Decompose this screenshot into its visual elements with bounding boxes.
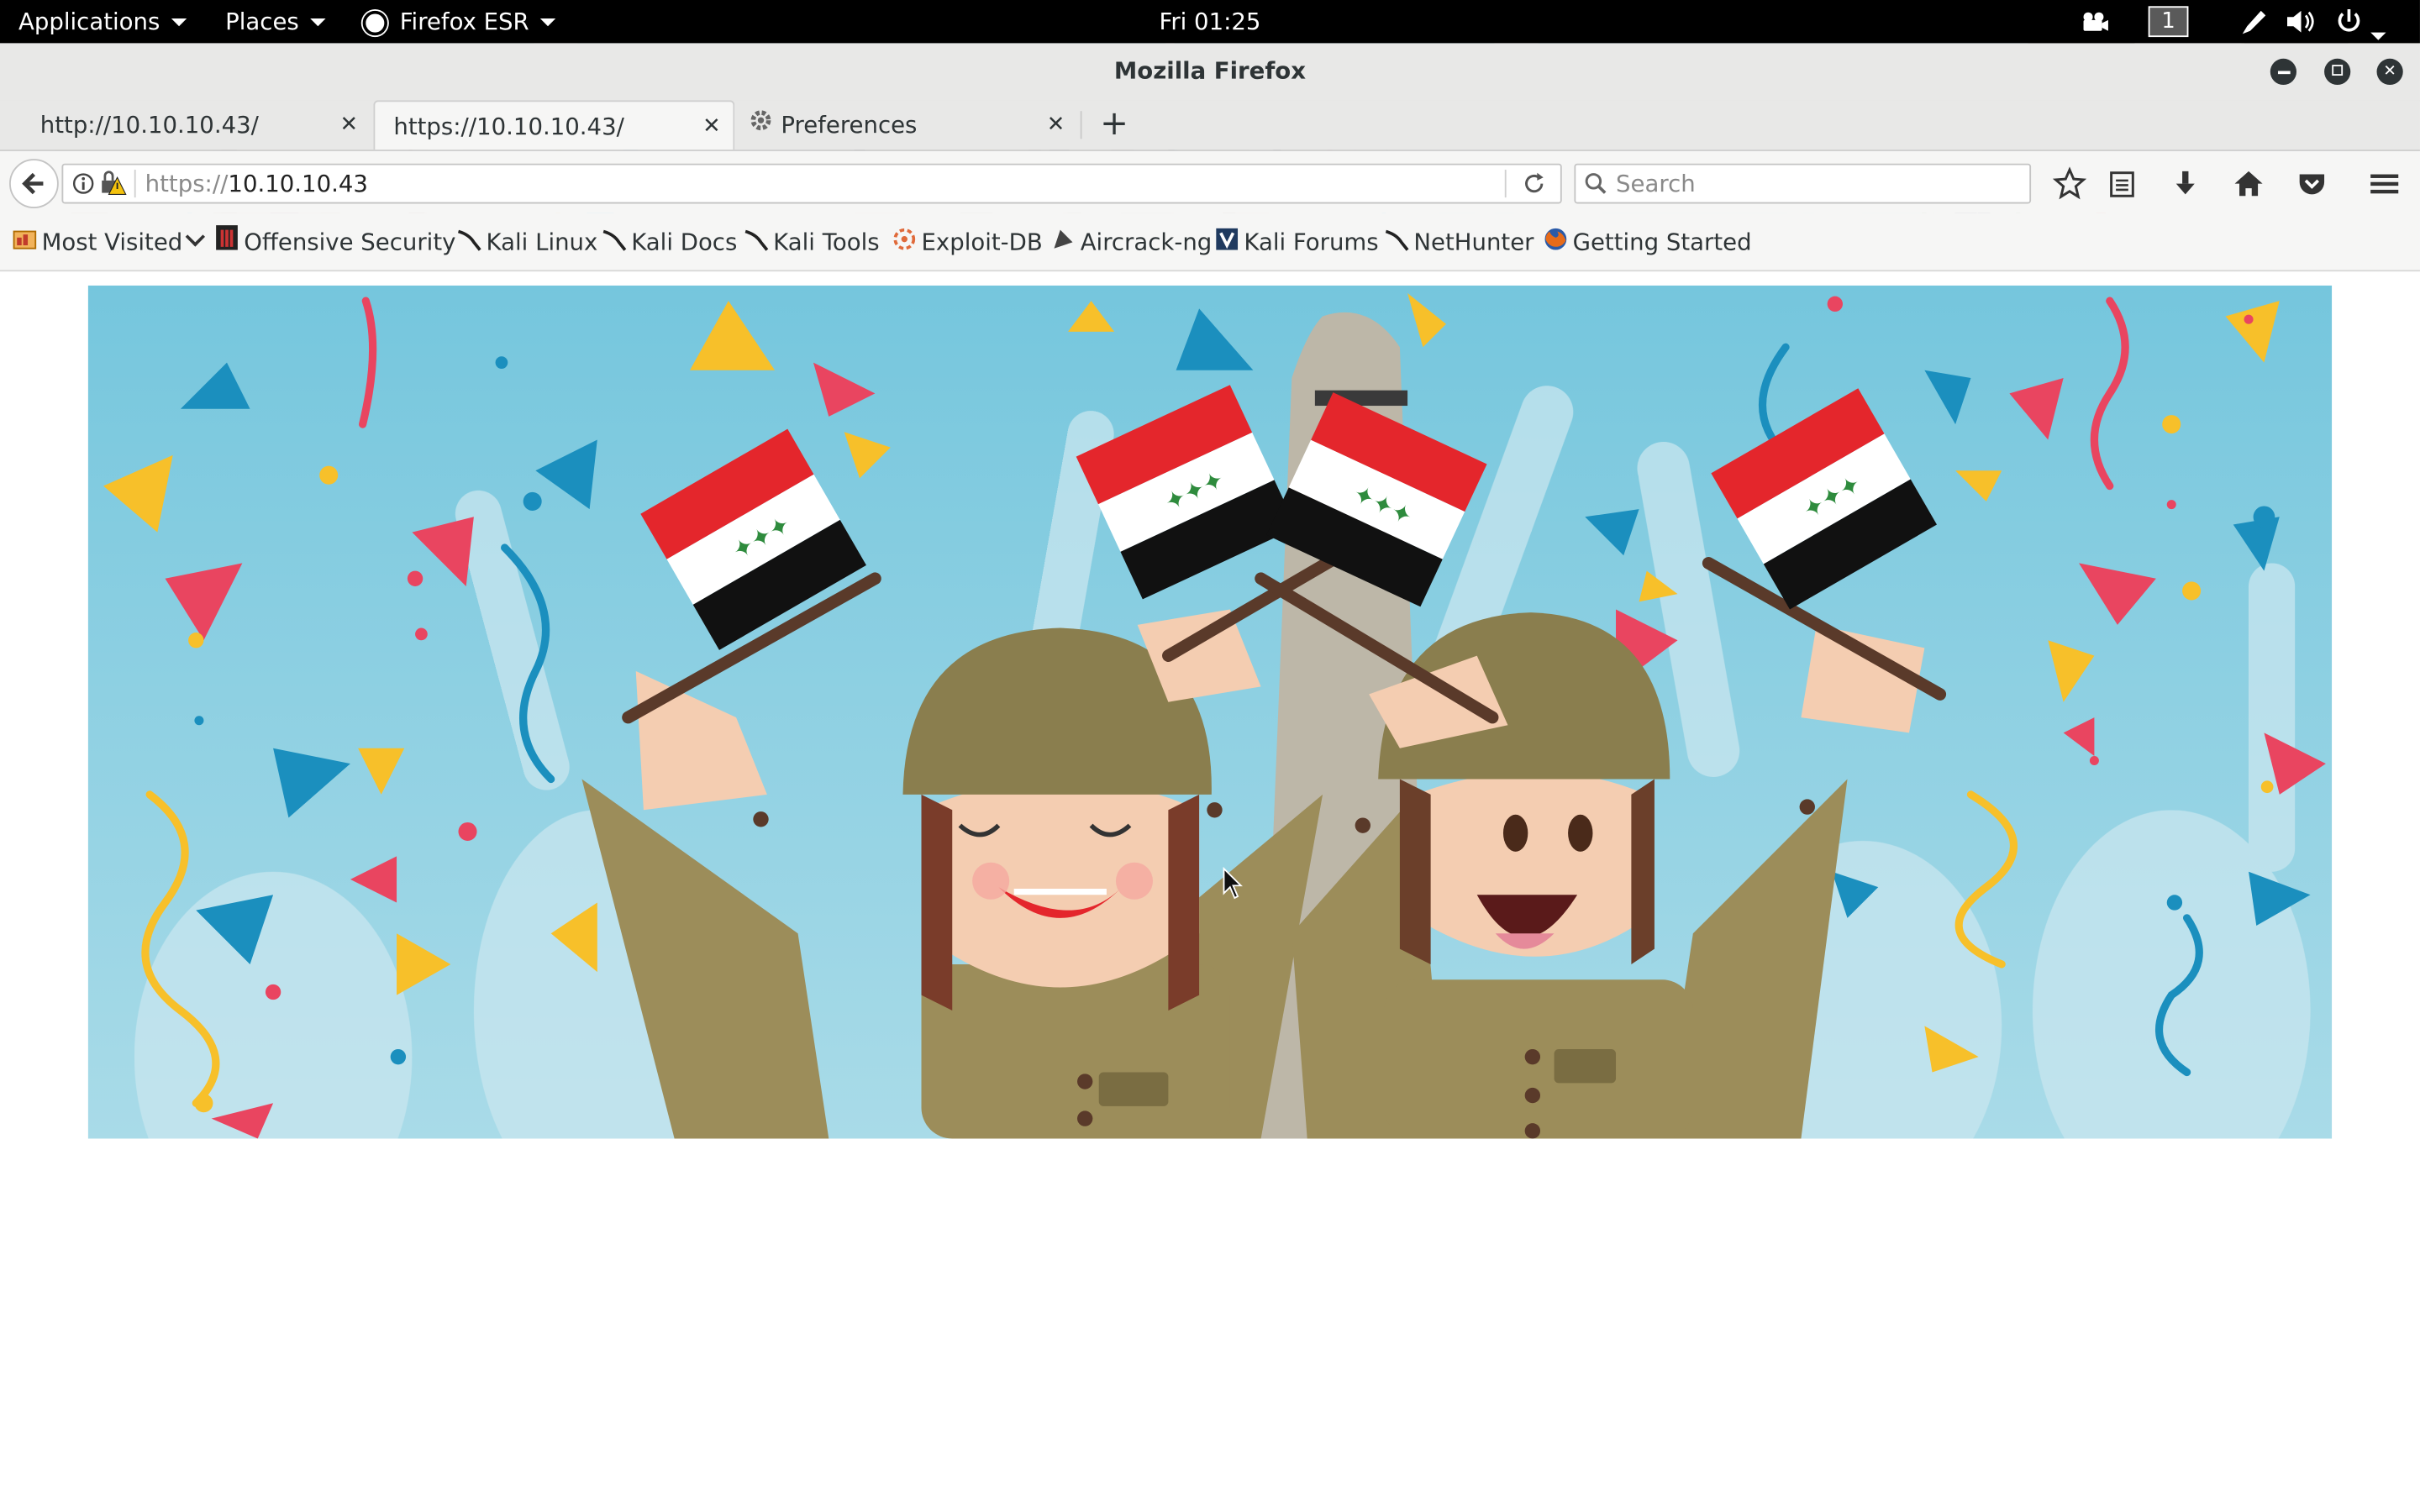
bookmark-label: Most Visited: [41, 228, 183, 256]
tab-label: http://10.10.10.43/: [39, 111, 259, 139]
hamburger-menu-icon[interactable]: [2367, 166, 2401, 200]
bookmark-label: Kali Forums: [1244, 228, 1379, 256]
tab-label: Preferences: [781, 111, 918, 139]
info-icon[interactable]: [72, 171, 94, 202]
workspace-number: 1: [2161, 9, 2175, 34]
tab-preferences[interactable]: Preferences ✕: [738, 100, 1077, 150]
url-scheme: https://: [145, 170, 229, 198]
bookmark-label: Kali Linux: [486, 228, 598, 256]
home-icon[interactable]: [2232, 166, 2265, 200]
kali-icon: [1385, 213, 1409, 272]
tab-strip: http://10.10.10.43/ ✕ https://10.10.10.4…: [0, 100, 2420, 150]
places-menu[interactable]: Places: [225, 0, 325, 43]
exploitdb-icon: [892, 213, 917, 272]
kali-forums-icon: [1214, 213, 1239, 272]
firefox-app-icon: [362, 9, 388, 35]
pen-icon[interactable]: [2238, 0, 2269, 43]
close-window-button[interactable]: ✕: [2376, 58, 2403, 86]
minimize-icon: [2277, 71, 2290, 75]
bookmark-label: Offensive Security: [244, 228, 456, 256]
reload-icon[interactable]: [1520, 170, 1548, 203]
url-text[interactable]: https://10.10.10.43: [145, 165, 368, 202]
bookmark-label: NetHunter: [1413, 228, 1534, 256]
kali-icon: [744, 213, 769, 272]
bookmark-most-visited[interactable]: Most Visited: [13, 213, 206, 272]
bookmark-label: Kali Docs: [631, 228, 738, 256]
places-label: Places: [225, 8, 299, 36]
applications-label: Applications: [18, 8, 160, 36]
bookmark-aircrack-ng[interactable]: Aircrack-ng: [1051, 213, 1212, 272]
mouse-cursor-icon: [1223, 867, 1243, 900]
bookmark-label: Kali Tools: [773, 228, 880, 256]
celebration-banner-image: ✦✦✦ ✦✦✦ ✦✦✦ ✦✦✦: [87, 285, 2333, 1139]
url-bar[interactable]: https://10.10.10.43: [61, 163, 1562, 204]
power-icon: [2338, 9, 2360, 32]
close-icon: ✕: [2383, 63, 2396, 81]
gear-icon: [747, 101, 775, 150]
most-visited-icon: [13, 213, 37, 272]
chevron-down-icon: [186, 227, 206, 247]
maximize-icon: [2332, 65, 2344, 76]
power-menu[interactable]: [2333, 0, 2386, 43]
back-arrow-icon: [22, 172, 44, 195]
pocket-icon[interactable]: [2295, 166, 2328, 200]
minimize-button[interactable]: [2270, 58, 2297, 86]
close-tab-icon[interactable]: ✕: [1047, 100, 1065, 150]
bookmarks-menu-icon[interactable]: [2105, 166, 2139, 200]
search-placeholder: Search: [1616, 170, 1696, 198]
bookmark-kali-forums[interactable]: Kali Forums: [1214, 213, 1379, 272]
bookmarks-toolbar: Most Visited Offensive Security Kali Lin…: [0, 213, 2420, 272]
window-title-bar[interactable]: Mozilla Firefox ✕: [0, 43, 2420, 102]
back-button[interactable]: [9, 159, 59, 208]
bookmark-kali-tools[interactable]: Kali Tools: [744, 213, 880, 272]
firefox-icon: [1544, 213, 1568, 272]
tab-label: https://10.10.10.43/: [393, 113, 624, 141]
bookmark-exploit-db[interactable]: Exploit-DB: [892, 213, 1043, 272]
search-input[interactable]: Search: [1574, 163, 2032, 204]
aircrack-icon: [1051, 213, 1076, 272]
page-content: ✦✦✦ ✦✦✦ ✦✦✦ ✦✦✦: [0, 271, 2420, 1512]
bookmark-star-icon[interactable]: [2052, 166, 2087, 200]
kali-icon: [602, 213, 627, 272]
workspace-indicator[interactable]: 1: [2148, 6, 2189, 38]
bookmark-label: Aircrack-ng: [1080, 228, 1213, 256]
bookmark-offensive-security[interactable]: Offensive Security: [214, 213, 455, 272]
applications-menu[interactable]: Applications: [18, 0, 187, 43]
bookmark-nethunter[interactable]: NetHunter: [1385, 213, 1534, 272]
window-title: Mozilla Firefox: [1113, 56, 1307, 86]
gnome-top-bar: Applications Places Firefox ESR Fri 01:2…: [0, 0, 2420, 44]
bookmark-kali-docs[interactable]: Kali Docs: [602, 213, 737, 272]
tab-http[interactable]: http://10.10.10.43/ ✕: [18, 100, 371, 150]
url-host: 10.10.10.43: [228, 170, 368, 198]
firefox-esr-menu[interactable]: Firefox ESR: [362, 0, 555, 43]
insecure-lock-icon[interactable]: [99, 170, 127, 203]
bookmark-getting-started[interactable]: Getting Started: [1544, 213, 1752, 272]
download-icon[interactable]: [2169, 166, 2202, 200]
plus-icon: +: [1100, 104, 1129, 144]
new-tab-button[interactable]: +: [1092, 100, 1135, 150]
bookmark-label: Exploit-DB: [921, 228, 1043, 256]
offsec-icon: [214, 213, 239, 272]
maximize-button[interactable]: [2324, 58, 2351, 86]
kali-icon: [457, 213, 481, 272]
bookmark-kali-linux[interactable]: Kali Linux: [457, 213, 598, 272]
navigation-toolbar: https://10.10.10.43 Search: [0, 150, 2420, 213]
bookmark-label: Getting Started: [1572, 228, 1752, 256]
firefox-esr-label: Firefox ESR: [399, 8, 529, 36]
close-tab-icon[interactable]: ✕: [702, 102, 721, 151]
search-icon: [1583, 171, 1607, 202]
volume-icon[interactable]: [2284, 0, 2317, 43]
video-camera-icon[interactable]: [2079, 0, 2110, 43]
clock-label: Fri 01:25: [1159, 8, 1261, 36]
close-tab-icon[interactable]: ✕: [340, 100, 359, 150]
tab-https[interactable]: https://10.10.10.43/ ✕: [373, 100, 735, 151]
